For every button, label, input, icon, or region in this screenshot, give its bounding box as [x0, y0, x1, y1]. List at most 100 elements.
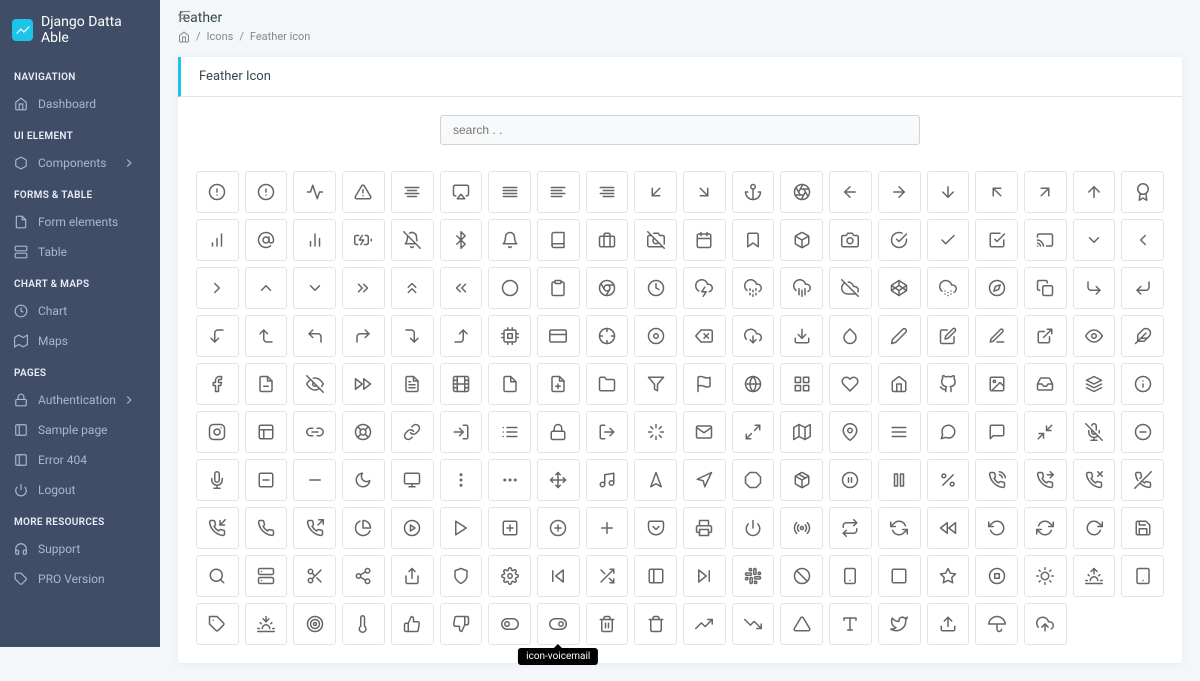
search-input[interactable]: [440, 115, 920, 145]
icon-flag[interactable]: [683, 363, 726, 405]
nav-components[interactable]: Components: [0, 148, 160, 178]
icon-camera-off[interactable]: [634, 219, 677, 261]
icon-check-square[interactable]: [975, 219, 1018, 261]
nav-dashboard[interactable]: Dashboard: [0, 89, 160, 119]
icon-star[interactable]: [927, 555, 970, 597]
icon-align-left[interactable]: [537, 171, 580, 213]
icon-mic-off[interactable]: [1073, 411, 1116, 453]
icon-file-text[interactable]: [391, 363, 434, 405]
icon-slack[interactable]: [732, 555, 775, 597]
icon-twitter[interactable]: [878, 603, 921, 645]
icon-refresh-ccw[interactable]: [878, 507, 921, 549]
icon-download-cloud[interactable]: [732, 315, 775, 357]
icon-arrow-right[interactable]: [878, 171, 921, 213]
icon-corner-down-left[interactable]: [1121, 267, 1164, 309]
icon-corner-right-down[interactable]: [391, 315, 434, 357]
icon-phone[interactable]: [245, 507, 288, 549]
icon-file-plus[interactable]: [537, 363, 580, 405]
brand[interactable]: Django Datta Able: [0, 0, 160, 60]
icon-square[interactable]: [878, 555, 921, 597]
icon-search[interactable]: [196, 555, 239, 597]
icon-plus[interactable]: [586, 507, 629, 549]
icon-external-link[interactable]: [1024, 315, 1067, 357]
icon-share-2[interactable]: [342, 555, 385, 597]
icon-save[interactable]: [1121, 507, 1164, 549]
icon-corner-right-up[interactable]: [440, 315, 483, 357]
icon-thumbs-down[interactable]: [440, 603, 483, 645]
icon-eye-off[interactable]: [293, 363, 336, 405]
nav-chart[interactable]: Chart: [0, 296, 160, 326]
icon-bar-chart[interactable]: [196, 219, 239, 261]
icon-phone-missed[interactable]: [1073, 459, 1116, 501]
icon-clipboard[interactable]: [537, 267, 580, 309]
icon-award[interactable]: [1121, 171, 1164, 213]
icon-trash-2[interactable]: [586, 603, 629, 645]
icon-edit[interactable]: [927, 315, 970, 357]
nav-authentication[interactable]: Authentication: [0, 385, 160, 415]
icon-mail[interactable]: [683, 411, 726, 453]
icon-power[interactable]: [732, 507, 775, 549]
icon-alert-circle[interactable]: [245, 171, 288, 213]
icon-grid[interactable]: [780, 363, 823, 405]
icon-map-pin[interactable]: [829, 411, 872, 453]
icon-film[interactable]: [440, 363, 483, 405]
icon-repeat[interactable]: [829, 507, 872, 549]
icon-align-right[interactable]: [586, 171, 629, 213]
icon-pause-circle[interactable]: [829, 459, 872, 501]
icon-circle[interactable]: [488, 267, 531, 309]
icon-codepen[interactable]: [878, 267, 921, 309]
nav-table[interactable]: Table: [0, 237, 160, 267]
icon-toggle-left[interactable]: [488, 603, 531, 645]
nav-error-404[interactable]: Error 404: [0, 445, 160, 475]
icon-edit-2[interactable]: [878, 315, 921, 357]
icon-navigation-2[interactable]: [634, 459, 677, 501]
icon-cloud-lightning[interactable]: [683, 267, 726, 309]
icon-minus-square[interactable]: [245, 459, 288, 501]
icon-arrow-down-left[interactable]: [634, 171, 677, 213]
icon-trash[interactable]: [634, 603, 677, 645]
icon-printer[interactable]: [683, 507, 726, 549]
icon-pocket[interactable]: [634, 507, 677, 549]
icon-mic[interactable]: [196, 459, 239, 501]
icon-phone-forwarded[interactable]: [1024, 459, 1067, 501]
icon-file[interactable]: [488, 363, 531, 405]
icon-crosshair[interactable]: [586, 315, 629, 357]
icon-tag[interactable]: [196, 603, 239, 645]
icon-clock[interactable]: [634, 267, 677, 309]
icon-phone-outgoing[interactable]: [293, 507, 336, 549]
icon-skip-forward[interactable]: [683, 555, 726, 597]
icon-slash[interactable]: [780, 555, 823, 597]
icon-arrow-left[interactable]: [829, 171, 872, 213]
icon-cloud-rain[interactable]: [780, 267, 823, 309]
icon-message-square[interactable]: [975, 411, 1018, 453]
icon-link[interactable]: [391, 411, 434, 453]
icon-tablet[interactable]: [1121, 555, 1164, 597]
icon-target[interactable]: [293, 603, 336, 645]
icon-play[interactable]: [440, 507, 483, 549]
icon-alert-triangle[interactable]: [342, 171, 385, 213]
icon-message-circle[interactable]: [927, 411, 970, 453]
icon-box[interactable]: [780, 219, 823, 261]
icon-chevron-down[interactable]: [1073, 219, 1116, 261]
icon-chevron-up[interactable]: [245, 267, 288, 309]
icon-droplet[interactable]: [829, 315, 872, 357]
nav-form-elements[interactable]: Form elements: [0, 207, 160, 237]
icon-chevrons-right[interactable]: [342, 267, 385, 309]
nav-support[interactable]: Support: [0, 534, 160, 564]
breadcrumb-icons[interactable]: Icons: [207, 30, 234, 43]
icon-layout[interactable]: [245, 411, 288, 453]
icon-cloud-drizzle[interactable]: [732, 267, 775, 309]
icon-minimize-2[interactable]: [1024, 411, 1067, 453]
icon-loader[interactable]: [634, 411, 677, 453]
icon-monitor[interactable]: [391, 459, 434, 501]
icon-life-buoy[interactable]: [342, 411, 385, 453]
icon-sun[interactable]: [1024, 555, 1067, 597]
icon-stop-circle[interactable]: [975, 555, 1018, 597]
icon-thermometer[interactable]: [342, 603, 385, 645]
icon-layers[interactable]: [1073, 363, 1116, 405]
icon-play-circle[interactable]: [391, 507, 434, 549]
icon-sunset[interactable]: [245, 603, 288, 645]
icon-arrow-up-left[interactable]: [975, 171, 1018, 213]
icon-delete[interactable]: [683, 315, 726, 357]
icon-align-justify[interactable]: [488, 171, 531, 213]
